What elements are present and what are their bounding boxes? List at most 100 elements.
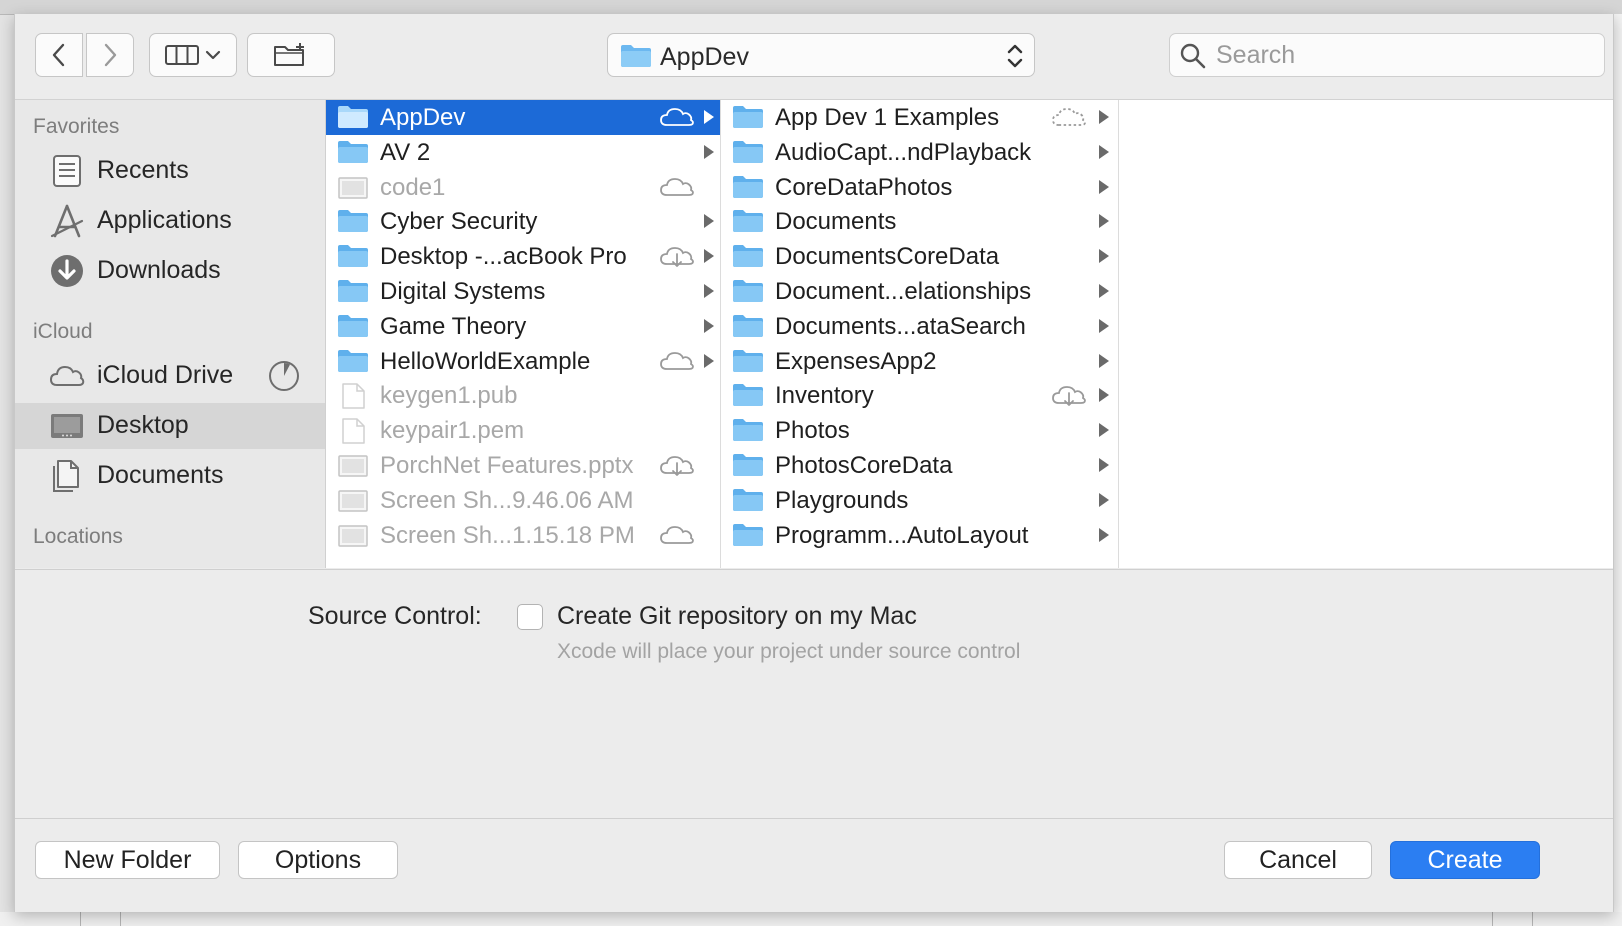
location-label: AppDev [660,43,749,71]
file-row: Screen Sh...1.15.18 PM [326,518,720,553]
background-divider [1492,912,1493,926]
folder-row[interactable]: CoreDataPhotos [721,170,1118,205]
disclosure-arrow-icon [1099,249,1109,264]
folder-icon [733,419,763,442]
item-name: code1 [380,173,446,201]
create-button[interactable]: Create [1390,841,1540,879]
folder-row[interactable]: PhotosCoreData [721,448,1118,483]
sidebar-item-applications[interactable]: Applications [15,198,325,244]
item-name: PhotosCoreData [775,452,953,479]
item-name: AudioCapt...ndPlayback [775,138,1032,166]
browser-column-1: AppDev AV 2 code1 Cyber Security Desktop -..… [326,100,721,568]
sidebar-item-label: Documents [97,461,224,489]
item-name: Game Theory [380,312,527,340]
cloud-icon [1052,108,1086,126]
folder-row[interactable]: AV 2 [326,135,720,170]
folder-row[interactable]: Playgrounds [721,483,1118,518]
folder-icon [733,523,763,546]
disclosure-arrow-icon [1099,284,1109,298]
folder-row[interactable]: Desktop -...acBook Pro [326,239,720,274]
cloud-download-icon[interactable] [1051,383,1087,407]
item-name: Inventory [775,382,874,410]
item-name: DocumentsCoreData [775,243,1000,271]
folder-row[interactable]: Game Theory [326,309,720,344]
folder-icon [338,245,368,268]
disclosure-arrow-icon [1099,458,1109,472]
file-row: code1 [326,170,720,205]
item-name: Documents [775,208,897,236]
background-divider [80,912,81,926]
git-repository-checkbox[interactable] [517,604,543,630]
folder-row[interactable]: Digital Systems [326,274,720,309]
folder-row[interactable]: DocumentsCoreData [721,239,1118,274]
sidebar-item-icloud-drive[interactable]: iCloud Drive [15,353,325,399]
disclosure-arrow-icon [704,284,714,298]
sidebar-item-label: Downloads [97,256,221,284]
item-name: Photos [775,417,850,445]
folder-row[interactable]: Inventory [721,378,1118,413]
folder-icon [338,314,368,337]
back-button[interactable] [35,33,83,77]
folder-row[interactable]: AppDev [326,100,720,135]
folder-row[interactable]: HelloWorldExample [326,344,720,379]
view-mode-button[interactable] [149,33,237,77]
disclosure-arrow-icon [1099,144,1109,159]
disclosure-arrow-icon [704,353,714,368]
item-name: Digital Systems [380,278,546,305]
search-field[interactable] [1169,33,1605,77]
options-button[interactable]: Options [238,841,398,879]
folder-row[interactable]: Documents...ataSearch [721,309,1118,344]
folder-row[interactable]: AudioCapt...ndPlayback [721,135,1118,170]
cloud-download-icon[interactable] [659,244,695,268]
options-panel: Source Control: Create Git repository on… [15,569,1613,818]
file-row: keygen1.pub [326,378,720,413]
file-icon [338,455,368,477]
folder-icon [733,280,763,302]
folder-row[interactable]: ExpensesApp2 [721,344,1118,379]
new-folder-button[interactable]: New Folder [35,841,220,879]
disclosure-arrow-icon [704,249,714,264]
folder-row[interactable]: Cyber Security [326,204,720,239]
new-folder-toolbar-button[interactable] [247,33,335,77]
chevron-down-icon [205,50,221,60]
sidebar-item-downloads[interactable]: Downloads [15,248,325,294]
documents-icon [53,460,79,492]
folder-row[interactable]: Programm...AutoLayout [721,518,1118,553]
sidebar-item-recents[interactable]: Recents [15,148,325,194]
browser-column-2: App Dev 1 Examples AudioCapt...ndPlayback… [721,100,1119,568]
folder-icon [733,175,763,198]
folder-row[interactable]: Document...elationships [721,274,1118,309]
folder-icon [338,140,368,163]
source-control-help-text: Xcode will place your project under sour… [557,640,1021,663]
item-name: AV 2 [380,138,431,166]
folder-icon [338,280,368,302]
disclosure-arrow-icon [1099,492,1109,507]
folder-row[interactable]: App Dev 1 Examples [721,100,1118,135]
file-row: keypair1.pem [326,413,720,448]
search-input[interactable] [1216,40,1586,70]
folder-row[interactable]: Documents [721,204,1118,239]
cloud-download-icon[interactable] [659,453,695,477]
sidebar-item-desktop[interactable]: Desktop [15,403,325,449]
disclosure-arrow-icon [1099,423,1109,438]
item-name: Cyber Security [380,208,538,236]
disclosure-arrow-icon [704,318,714,333]
disclosure-arrow-icon [1099,179,1109,194]
location-popup[interactable]: AppDev [607,33,1035,77]
folder-row[interactable]: Photos [721,413,1118,448]
cancel-button[interactable]: Cancel [1224,841,1372,879]
column-view-icon [165,45,199,65]
folder-icon [733,106,763,128]
toolbar: AppDev [15,14,1613,100]
forward-button[interactable] [86,33,134,77]
file-row: Screen Sh...9.46.06 AM [326,483,720,518]
disclosure-arrow-icon [704,110,714,124]
up-down-arrows-icon [1007,44,1023,68]
disclosure-arrow-icon [1099,110,1109,124]
sidebar-item-documents[interactable]: Documents [15,453,325,499]
folder-icon [733,454,763,476]
git-repository-checkbox-label[interactable]: Create Git repository on my Mac [557,602,917,631]
item-name: AppDev [380,104,466,131]
icloud-icon [49,365,85,386]
background-divider [1532,912,1533,926]
